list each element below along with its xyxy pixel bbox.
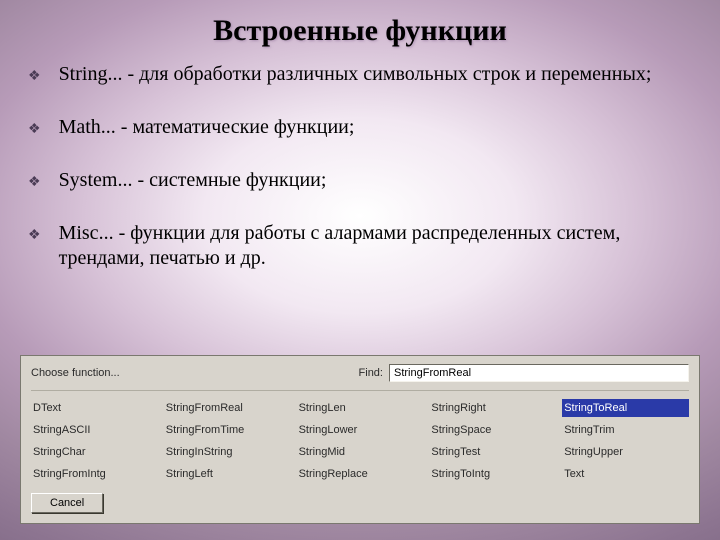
- button-row: Cancel: [31, 493, 689, 513]
- find-label: Find:: [359, 367, 383, 379]
- function-item[interactable]: StringFromReal: [164, 399, 291, 417]
- function-grid: DText StringFromReal StringLen StringRight S…: [31, 390, 689, 483]
- function-item[interactable]: StringFromIntg: [31, 465, 158, 483]
- function-item[interactable]: StringMid: [297, 443, 424, 461]
- function-item[interactable]: StringUpper: [562, 443, 689, 461]
- function-item[interactable]: StringSpace: [429, 421, 556, 439]
- diamond-icon: ❖: [28, 174, 41, 191]
- page-title: Встроенные функции: [0, 0, 720, 48]
- cancel-button[interactable]: Cancel: [31, 493, 103, 513]
- function-item[interactable]: StringTest: [429, 443, 556, 461]
- function-item[interactable]: StringASCII: [31, 421, 158, 439]
- dialog-header-row: Choose function... Find:: [31, 364, 689, 382]
- bullet-text: String... - для обработки различных симв…: [59, 62, 692, 87]
- diamond-icon: ❖: [28, 68, 41, 85]
- function-item[interactable]: StringLower: [297, 421, 424, 439]
- diamond-icon: ❖: [28, 227, 41, 244]
- function-item[interactable]: StringToIntg: [429, 465, 556, 483]
- bullet-text: Math... - математические функции;: [59, 115, 692, 140]
- function-item[interactable]: StringLen: [297, 399, 424, 417]
- choose-function-dialog: Choose function... Find: DText StringFrom…: [20, 355, 700, 524]
- find-input[interactable]: [389, 364, 689, 382]
- function-item[interactable]: StringInString: [164, 443, 291, 461]
- function-item[interactable]: DText: [31, 399, 158, 417]
- list-item: ❖ String... - для обработки различных си…: [28, 62, 692, 87]
- function-item[interactable]: StringReplace: [297, 465, 424, 483]
- bullet-list: ❖ String... - для обработки различных си…: [0, 48, 720, 271]
- choose-function-label: Choose function...: [31, 367, 120, 379]
- list-item: ❖ Misc... - функции для работы с алармам…: [28, 221, 692, 271]
- function-item[interactable]: StringChar: [31, 443, 158, 461]
- bullet-text: System... - системные функции;: [59, 168, 692, 193]
- list-item: ❖ Math... - математические функции;: [28, 115, 692, 140]
- list-item: ❖ System... - системные функции;: [28, 168, 692, 193]
- function-item[interactable]: StringFromTime: [164, 421, 291, 439]
- function-item[interactable]: StringToReal: [562, 399, 689, 417]
- function-item[interactable]: StringLeft: [164, 465, 291, 483]
- diamond-icon: ❖: [28, 121, 41, 138]
- bullet-text: Misc... - функции для работы с алармами …: [59, 221, 692, 271]
- function-item[interactable]: StringRight: [429, 399, 556, 417]
- function-item[interactable]: Text: [562, 465, 689, 483]
- function-item[interactable]: StringTrim: [562, 421, 689, 439]
